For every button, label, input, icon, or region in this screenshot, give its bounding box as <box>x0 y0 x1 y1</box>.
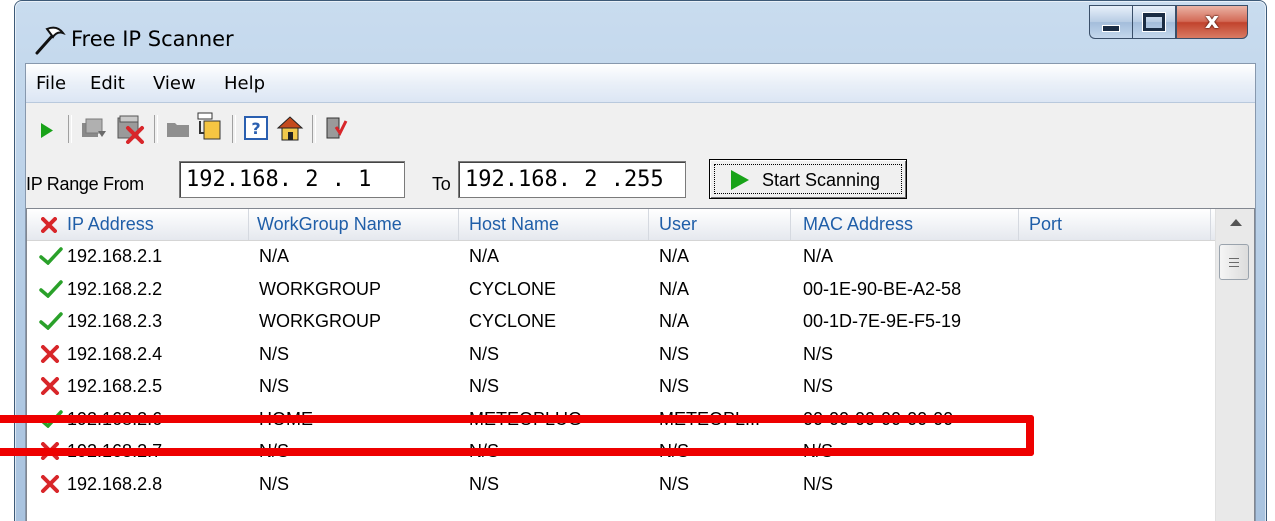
cell-host: N/S <box>469 376 500 396</box>
status-up-icon <box>39 247 63 265</box>
table-body: 192.168.2.1 N/A N/A N/A N/A 192.168.2.2 WORKGR… <box>27 240 1216 500</box>
table-row[interactable]: 192.168.2.8 N/S N/S N/S N/S <box>27 468 1216 501</box>
column-ip-address[interactable]: IP Address <box>27 209 249 240</box>
table-row[interactable]: 192.168.2.1 N/A N/A N/A N/A <box>27 240 1216 273</box>
scroll-up-icon[interactable] <box>1230 219 1242 226</box>
cell-user: N/S <box>659 376 690 396</box>
delete-icon[interactable] <box>116 114 146 144</box>
status-down-icon <box>41 344 59 363</box>
scroll-thumb[interactable] <box>1219 244 1249 280</box>
cell-ip: 192.168.2.3 <box>67 311 163 331</box>
cell-mac: N/A <box>803 246 834 266</box>
status-up-icon <box>39 312 63 330</box>
open-file-icon[interactable] <box>196 111 222 141</box>
cell-workgroup: N/A <box>259 246 290 266</box>
highlight-box <box>0 415 1034 456</box>
exit-icon[interactable] <box>324 115 348 141</box>
svg-text:?: ? <box>251 119 260 138</box>
table-row[interactable]: 192.168.2.4 N/S N/S N/S N/S <box>27 338 1216 371</box>
cell-ip: 192.168.2.1 <box>67 246 163 266</box>
start-scanning-label: Start Scanning <box>762 170 881 190</box>
menu-file[interactable]: File <box>36 73 66 94</box>
column-mac-address[interactable]: MAC Address <box>791 209 1019 240</box>
cell-host: N/S <box>469 343 500 364</box>
cell-mac: N/S <box>803 473 834 494</box>
table-row[interactable]: 192.168.2.5 N/S N/S N/S N/S <box>27 370 1216 403</box>
menu-bar: File Edit View Help <box>26 64 1255 103</box>
column-host-name[interactable]: Host Name <box>459 209 649 240</box>
cell-ip: 192.168.2.2 <box>67 278 163 299</box>
app-logo-icon <box>35 26 66 55</box>
range-to-label: To <box>432 174 451 194</box>
minimize-button[interactable] <box>1089 5 1132 39</box>
cell-mac: N/S <box>803 343 834 364</box>
cell-ip: 192.168.2.4 <box>67 343 163 364</box>
range-from-label: IP Range From <box>26 174 144 194</box>
column-workgroup-name[interactable]: WorkGroup Name <box>249 209 459 240</box>
table-row[interactable]: 192.168.2.2 WORKGROUP CYCLONE N/A 00-1E-90-B… <box>27 273 1216 306</box>
close-button[interactable]: x <box>1176 5 1248 39</box>
cell-ip: 192.168.2.5 <box>67 376 163 396</box>
cell-host: N/S <box>469 473 500 494</box>
cell-workgroup: N/S <box>259 473 290 494</box>
cell-workgroup: N/S <box>259 376 290 396</box>
column-port[interactable]: Port <box>1019 209 1211 240</box>
cell-user: N/A <box>659 311 690 331</box>
cell-user: N/A <box>659 278 690 299</box>
cell-mac: 00-1D-7E-9E-F5-19 <box>803 311 962 331</box>
cell-workgroup: WORKGROUP <box>259 278 382 299</box>
help-icon[interactable]: ? <box>244 116 268 140</box>
toolbar: ? <box>26 103 1255 153</box>
close-icon: x <box>1204 9 1220 34</box>
cell-host: CYCLONE <box>469 278 557 299</box>
cell-user: N/A <box>659 246 690 266</box>
play-icon[interactable] <box>40 122 54 139</box>
home-icon[interactable] <box>276 114 304 142</box>
play-icon <box>731 170 749 190</box>
menu-edit[interactable]: Edit <box>90 73 125 94</box>
folder-icon[interactable] <box>166 120 190 138</box>
table-row[interactable]: 192.168.2.3 WORKGROUP CYCLONE N/A 00-1D-7E-9… <box>27 305 1216 338</box>
vertical-scrollbar[interactable] <box>1215 209 1254 521</box>
menu-help[interactable]: Help <box>224 73 265 94</box>
start-scanning-button[interactable]: Start Scanning <box>709 159 907 199</box>
ip-to-field[interactable]: 192.168. 2 .255 <box>458 161 686 198</box>
export-icon[interactable] <box>80 117 108 141</box>
minimize-icon <box>1102 24 1120 32</box>
status-down-icon <box>41 377 59 395</box>
cell-ip: 192.168.2.8 <box>67 473 163 494</box>
cell-mac: N/S <box>803 376 834 396</box>
cell-mac: 00-1E-90-BE-A2-58 <box>803 278 962 299</box>
status-up-icon <box>39 279 63 298</box>
table-header: IP Address WorkGroup Name Host Name User… <box>27 209 1216 241</box>
window-title: Free IP Scanner <box>71 27 234 51</box>
status-down-icon <box>41 474 59 493</box>
cell-host: CYCLONE <box>469 311 557 331</box>
ip-range-row: IP Range From 192.168. 2 . 1 To 192.168.… <box>26 154 1255 206</box>
ip-from-field[interactable]: 192.168. 2 . 1 <box>179 161 405 198</box>
maximize-icon <box>1143 13 1165 31</box>
title-bar[interactable]: Free IP Scanner x <box>15 1 1266 63</box>
maximize-button[interactable] <box>1132 5 1176 39</box>
status-down-icon <box>41 217 57 233</box>
cell-host: N/A <box>469 246 500 266</box>
menu-view[interactable]: View <box>153 73 196 94</box>
results-table[interactable]: IP Address WorkGroup Name Host Name User… <box>26 208 1255 521</box>
cell-user: N/S <box>659 473 690 494</box>
cell-user: N/S <box>659 343 690 364</box>
cell-workgroup: WORKGROUP <box>259 311 382 331</box>
column-user[interactable]: User <box>649 209 791 240</box>
cell-workgroup: N/S <box>259 343 290 364</box>
